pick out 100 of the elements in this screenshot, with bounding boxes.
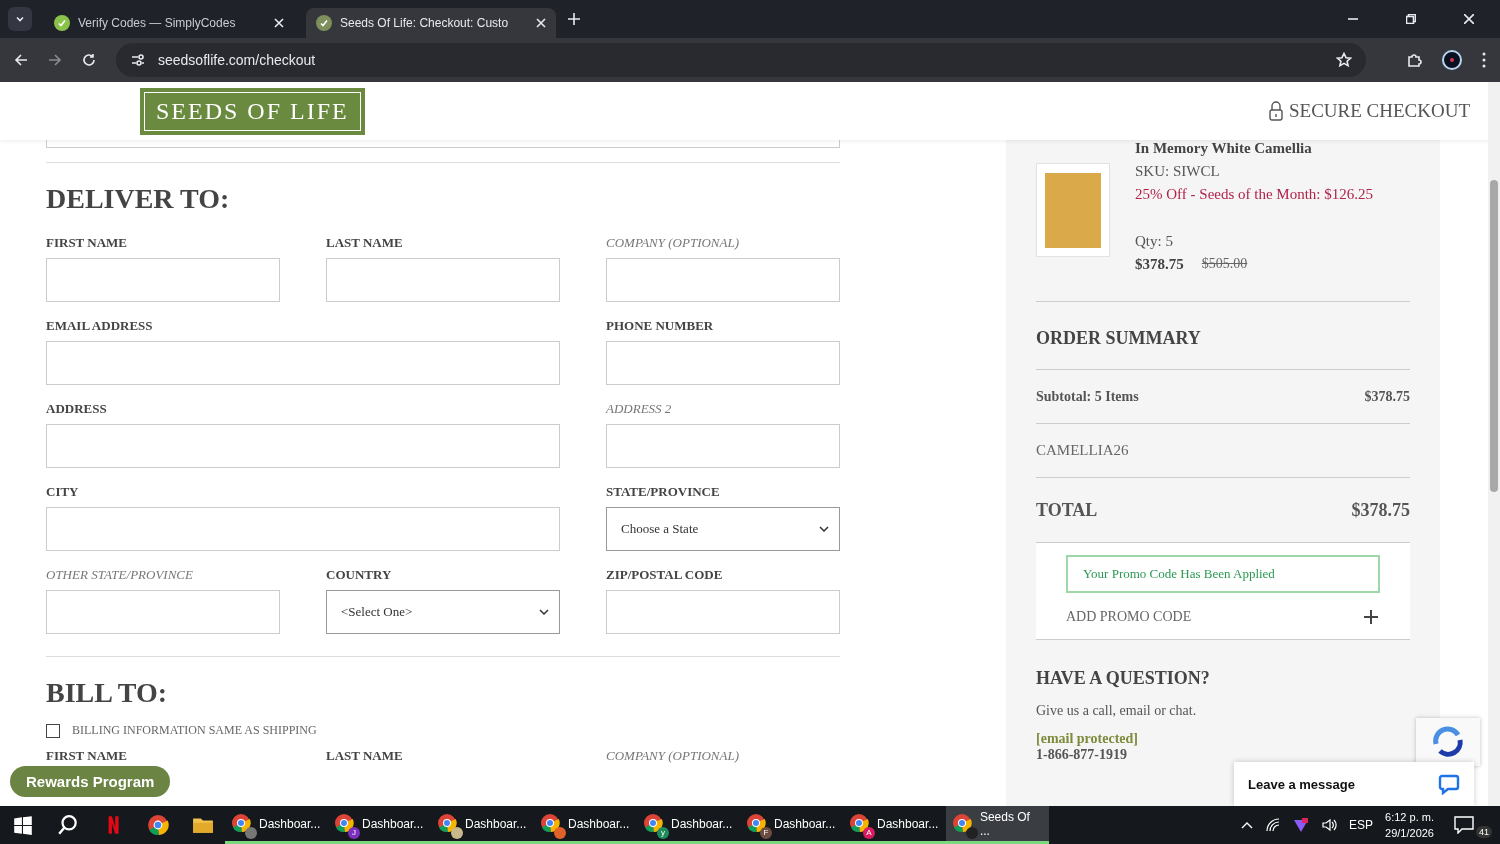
question-heading: HAVE A QUESTION? <box>1036 668 1211 689</box>
chat-widget[interactable]: Leave a message <box>1234 762 1474 806</box>
scrollbar-thumb[interactable] <box>1490 180 1498 492</box>
puzzle-icon[interactable] <box>1406 52 1422 68</box>
field-label: FIRST NAME <box>46 235 129 251</box>
scrollbar[interactable] <box>1488 82 1500 806</box>
date-text: 29/1/2026 <box>1385 826 1434 841</box>
vpn-shield-icon[interactable] <box>1293 817 1310 833</box>
dropdown[interactable]: Choose a State <box>606 507 840 551</box>
input-field[interactable] <box>46 258 280 302</box>
input-field[interactable] <box>606 424 840 468</box>
close-icon[interactable] <box>536 18 546 28</box>
close-icon[interactable] <box>274 18 284 28</box>
browser-tab[interactable]: Verify Codes — SimplyCodes <box>44 8 294 38</box>
tab-title[interactable]: Verify Codes — SimplyCodes <box>78 16 266 30</box>
time-text: 6:12 p. m. <box>1385 810 1434 825</box>
close-icon[interactable] <box>1464 14 1474 24</box>
input-field[interactable] <box>606 590 840 634</box>
plus-icon[interactable] <box>1364 610 1378 624</box>
taskbar-window-button[interactable]: Seeds Of ... <box>946 806 1049 844</box>
field-label: COMPANY (OPTIONAL) <box>606 235 741 251</box>
browser-tab[interactable]: Seeds Of Life: Checkout: Custo <box>306 8 556 38</box>
chrome-icon <box>952 812 972 833</box>
field-label: STATE/PROVINCE <box>606 484 721 500</box>
field-label: LAST NAME <box>326 235 404 251</box>
network-icon[interactable] <box>1265 817 1282 833</box>
secure-checkout-label: SECURE CHECKOUT <box>1288 100 1470 122</box>
input-field[interactable] <box>326 258 560 302</box>
subtotal-label: Subtotal: 5 Items <box>1036 388 1139 405</box>
tab-list-button[interactable] <box>8 7 32 31</box>
chrome-icon <box>146 814 169 836</box>
checkbox[interactable] <box>46 723 60 738</box>
subtotal-value: $378.75 <box>1364 388 1410 405</box>
url-text: seedsoflife.com/checkout <box>158 52 316 68</box>
input-field[interactable] <box>46 507 560 551</box>
rewards-button[interactable]: Rewards Program <box>10 766 171 797</box>
chevron-down-icon <box>539 609 549 615</box>
site-settings-icon[interactable] <box>130 52 146 68</box>
tab-title[interactable]: Seeds Of Life: Checkout: Custo <box>340 16 528 30</box>
profile-icon[interactable] <box>1442 50 1462 70</box>
add-promo-code-link[interactable]: ADD PROMO CODE <box>1066 609 1192 625</box>
search-icon <box>56 814 79 836</box>
input-field[interactable] <box>46 341 560 385</box>
dropdown[interactable]: <Select One> <box>326 590 560 634</box>
windows-icon <box>11 814 34 836</box>
total-label: TOTAL <box>1036 499 1098 521</box>
chevron-up-icon[interactable] <box>1241 821 1254 829</box>
promo-code: CAMELLIA26 <box>1036 442 1129 459</box>
total-value: $378.75 <box>1351 499 1410 521</box>
help-text: Give us a call, email or chat. <box>1036 703 1198 719</box>
input-field[interactable] <box>606 258 840 302</box>
chrome-icon <box>334 812 354 833</box>
notification-count: 41 <box>1476 826 1492 838</box>
discount-text: 25% Off - Seeds of the Month: $126.25 <box>1135 186 1374 203</box>
field-label: COMPANY (OPTIONAL) <box>606 748 741 764</box>
phone-number: 1-866-877-1919 <box>1036 747 1128 763</box>
forward-icon[interactable] <box>48 53 62 67</box>
success-message: Your Promo Code Has Been Applied <box>1066 555 1380 593</box>
field-label: ADDRESS <box>46 401 108 417</box>
product-thumbnail[interactable] <box>1036 163 1110 257</box>
taskbar-window-button[interactable]: Dashboar... <box>534 806 637 844</box>
chevron-down-icon <box>819 526 829 532</box>
chat-bubble-icon <box>1438 773 1460 795</box>
taskbar-window-button[interactable]: y Dashboar... <box>637 806 740 844</box>
field-label: CITY <box>46 484 80 500</box>
chrome-icon <box>540 812 560 833</box>
chrome-icon <box>231 812 251 833</box>
restore-icon[interactable] <box>1406 14 1416 24</box>
address-bar[interactable]: seedsoflife.com/checkout <box>116 43 1366 77</box>
volume-icon[interactable] <box>1321 817 1338 833</box>
taskbar-window-button[interactable]: Dashboar... <box>225 806 328 844</box>
message-icon <box>1454 816 1474 834</box>
field-label: LAST NAME <box>326 748 404 764</box>
field-label: PHONE NUMBER <box>606 318 715 334</box>
field-label: ADDRESS 2 <box>606 401 673 417</box>
email-link[interactable]: [email protected] <box>1036 731 1410 747</box>
product-name[interactable]: In Memory White Camellia <box>1135 140 1410 157</box>
language-indicator[interactable]: ESP <box>1349 818 1374 832</box>
input-field[interactable] <box>606 341 840 385</box>
taskbar-window-button[interactable]: Dashboar... <box>431 806 534 844</box>
chrome-icon <box>643 812 663 833</box>
section-heading: DELIVER TO: <box>46 183 231 215</box>
chrome-icon <box>437 812 457 833</box>
logo[interactable]: SEEDS OF LIFE <box>140 87 365 135</box>
back-icon[interactable] <box>14 53 28 67</box>
taskbar-window-button[interactable]: F Dashboar... <box>740 806 843 844</box>
new-tab-icon[interactable] <box>568 13 580 25</box>
input-field[interactable] <box>46 140 840 148</box>
clock[interactable]: 6:12 p. m. 29/1/2026 <box>1385 809 1434 841</box>
star-icon[interactable] <box>1336 52 1352 68</box>
taskbar-window-button[interactable]: J Dashboar... <box>328 806 431 844</box>
more-icon[interactable] <box>1482 52 1486 68</box>
field-label: FIRST NAME <box>46 748 129 764</box>
input-field[interactable] <box>46 590 280 634</box>
quantity-text: Qty: 5 <box>1135 233 1174 250</box>
field-label: OTHER STATE/PROVINCE <box>46 567 194 583</box>
reload-icon[interactable] <box>82 53 96 67</box>
summary-heading: ORDER SUMMARY <box>1036 328 1202 349</box>
field-label: ZIP/POSTAL CODE <box>606 567 724 583</box>
input-field[interactable] <box>46 424 560 468</box>
